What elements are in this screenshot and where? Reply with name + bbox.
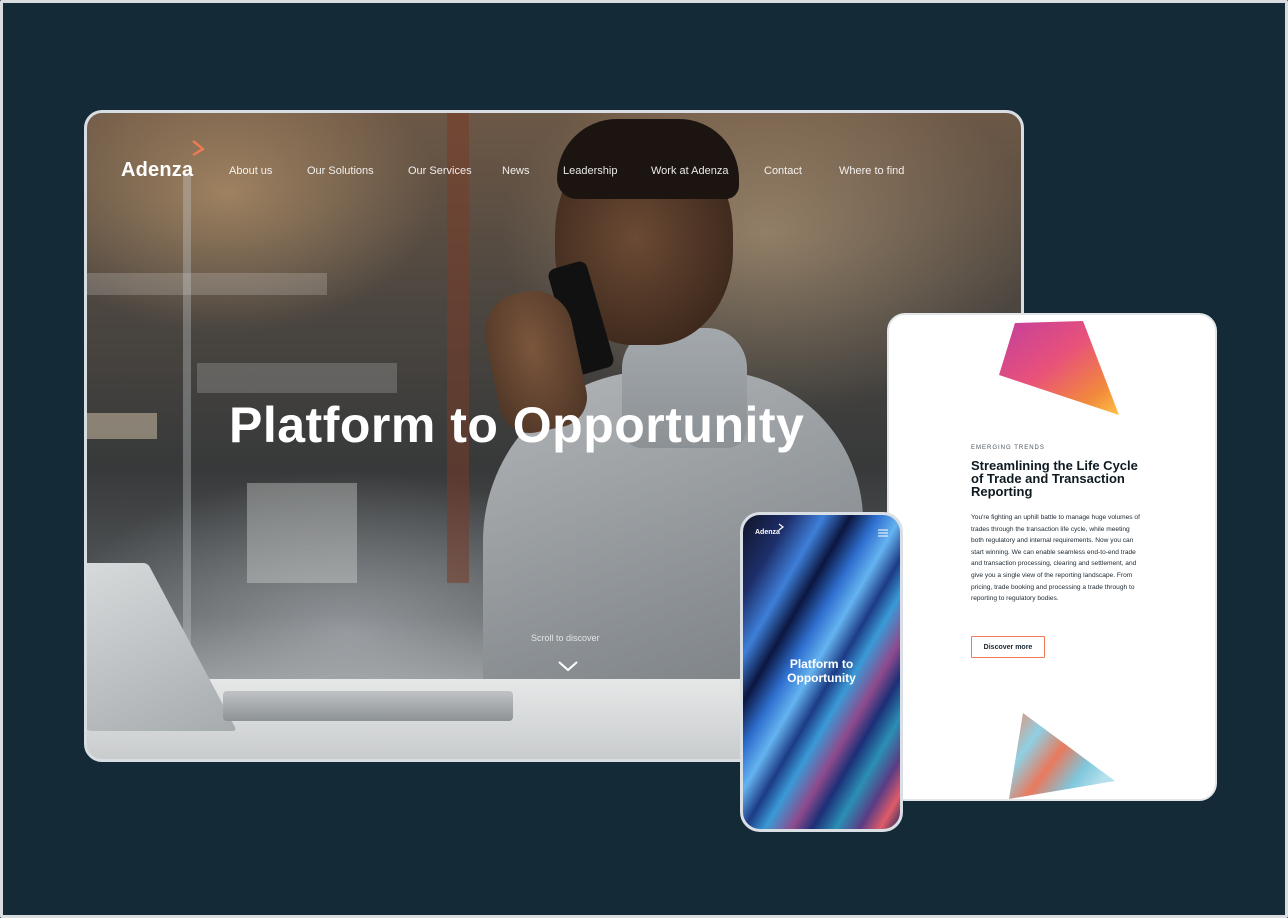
- photo-screen: [247, 483, 357, 583]
- nav-item-our-services[interactable]: Our Services: [408, 165, 472, 177]
- phone-hero-title-line2: Opportunity: [787, 671, 856, 685]
- photo-ceiling-beam: [87, 273, 327, 295]
- hero-title: Platform to Opportunity: [229, 397, 805, 453]
- photo-laptop-base: [223, 691, 513, 721]
- menu-icon[interactable]: [878, 529, 888, 537]
- nav-item-work-at-adenza[interactable]: Work at Adenza: [651, 165, 728, 177]
- scroll-to-discover-label[interactable]: Scroll to discover: [531, 633, 600, 643]
- decorative-triangle-top: [999, 321, 1119, 415]
- discover-more-button[interactable]: Discover more: [971, 636, 1045, 658]
- nav-item-about-us[interactable]: About us: [229, 165, 272, 177]
- phone-hero-title-line1: Platform to: [789, 657, 854, 671]
- phone-hero-title: Platform to Opportunity: [743, 657, 900, 685]
- photo-ceiling-beam: [197, 363, 397, 393]
- site-nav: Adenza About us Our Solutions Our Servic…: [87, 113, 1021, 223]
- nav-item-leadership[interactable]: Leadership: [563, 165, 617, 177]
- logo-mark-icon: [192, 140, 205, 157]
- nav-item-our-solutions[interactable]: Our Solutions: [307, 165, 374, 177]
- logo-mark-icon: [778, 523, 784, 531]
- photo-ceiling-beam: [87, 413, 157, 439]
- nav-item-contact[interactable]: Contact: [764, 165, 802, 177]
- phone-mockup: Adenza Platform to Opportunity: [740, 512, 903, 832]
- chevron-down-icon[interactable]: [557, 659, 579, 673]
- nav-item-where-to-find[interactable]: Where to find: [839, 165, 904, 177]
- tablet-mockup: EMERGING TRENDS Streamlining the Life Cy…: [887, 313, 1217, 801]
- brand-logo[interactable]: Adenza: [121, 159, 193, 182]
- decorative-triangle-bottom: [1009, 713, 1115, 799]
- photo-laptop-screen: [87, 563, 237, 731]
- article-eyebrow: EMERGING TRENDS: [971, 445, 1045, 451]
- nav-item-news[interactable]: News: [502, 165, 530, 177]
- article-title: Streamlining the Life Cycle of Trade and…: [971, 458, 1138, 499]
- article-body: You're fighting an uphill battle to mana…: [971, 514, 1140, 603]
- photo-pillar: [183, 173, 191, 653]
